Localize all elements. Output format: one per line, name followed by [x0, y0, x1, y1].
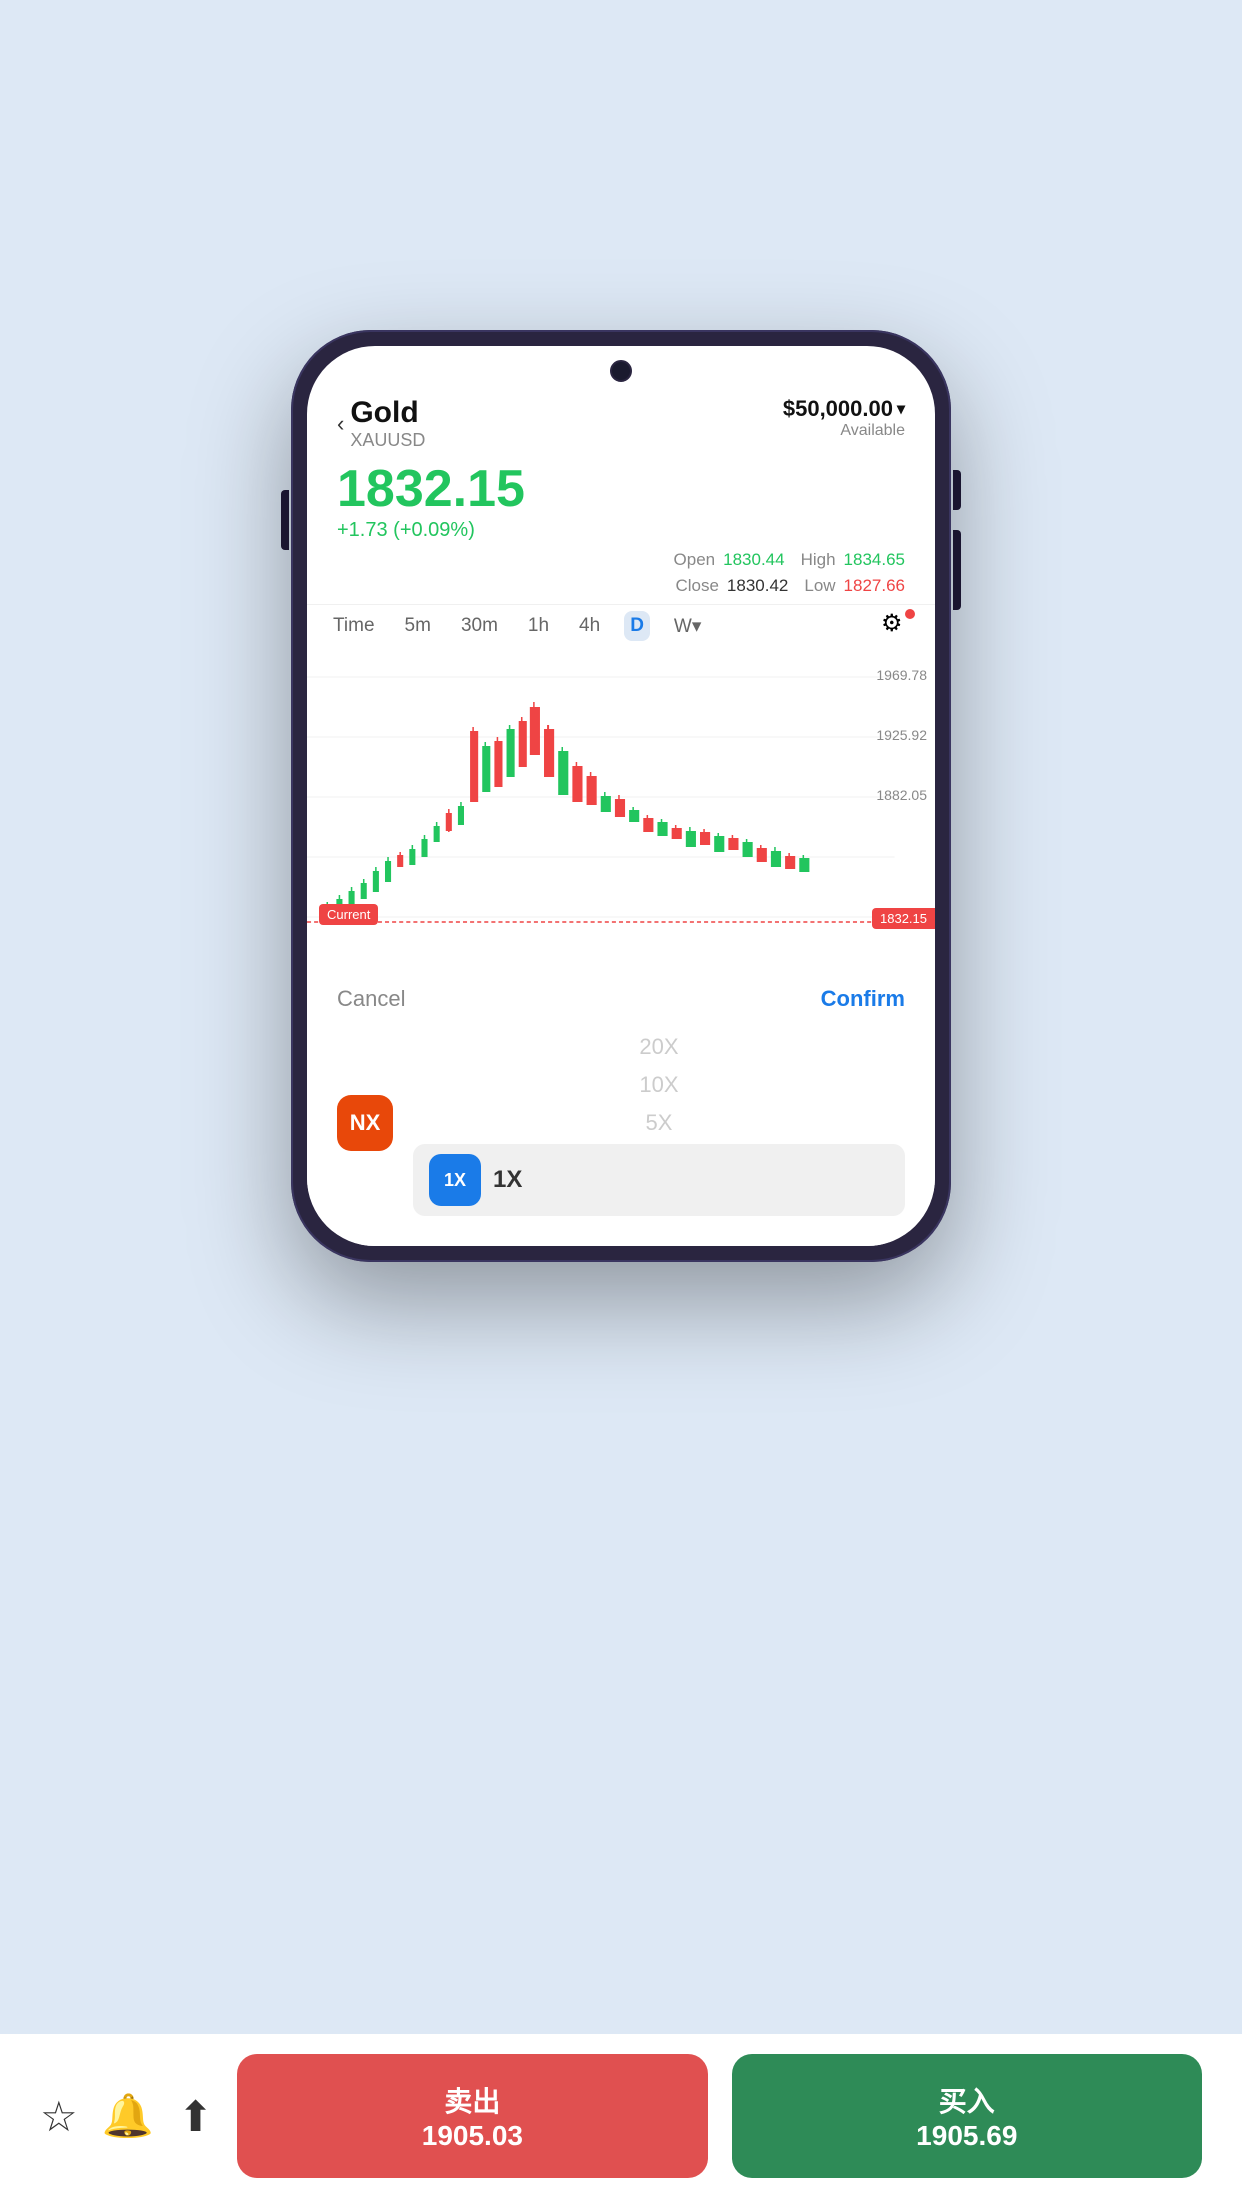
asset-name: Gold [350, 396, 425, 430]
candlestick-chart-svg [307, 647, 935, 957]
price-level-2: 1925.92 [876, 727, 927, 743]
time-btn-1h[interactable]: 1h [522, 611, 555, 641]
open-value: 1830.44 [723, 550, 784, 570]
time-btn-5m[interactable]: 5m [399, 611, 437, 641]
price-chart: 1969.78 1925.92 1882.05 Current 1832.15 [307, 647, 935, 957]
ohlc-section: Open 1830.44 High 1834.65 [307, 550, 935, 576]
high-label: High [801, 550, 836, 570]
sell-label: 卖出 [247, 2080, 697, 2120]
balance-label: Available [783, 422, 905, 440]
timeframe-bar: Time 5m 30m 1h 4h D W▾ ⚙ [307, 604, 935, 647]
close-value: 1830.42 [727, 576, 788, 596]
time-btn-4h[interactable]: 4h [573, 611, 606, 641]
open-label: Open [674, 550, 716, 570]
price-level-1: 1969.78 [876, 667, 927, 683]
ohlc-section-2: Close 1830.42 Low 1827.66 [307, 576, 935, 604]
time-btn-30m[interactable]: 30m [455, 611, 504, 641]
sell-price: 1905.03 [247, 2120, 697, 2152]
sell-button[interactable]: 卖出 1905.03 [237, 2054, 707, 2178]
utility-buttons: ☆ 🔔 ⬆ [40, 2092, 213, 2141]
leverage-option-10x[interactable]: 10X [639, 1068, 678, 1102]
close-row: Close 1830.42 [675, 576, 788, 596]
trade-action-bar: ☆ 🔔 ⬆ 卖出 1905.03 买入 1905.69 [0, 2034, 1242, 2208]
current-price-right-label: 1832.15 [872, 908, 935, 929]
app-screen: ‹ Gold XAUUSD $50,000.00 ▾ Available [307, 346, 935, 1246]
phone-screen: ‹ Gold XAUUSD $50,000.00 ▾ Available [307, 346, 935, 1246]
back-arrow-icon: ‹ [337, 411, 344, 437]
asset-symbol: XAUUSD [350, 430, 425, 451]
onex-badge: 1X [429, 1154, 481, 1206]
time-btn-W[interactable]: W▾ [668, 611, 707, 642]
share-icon: ⬆ [178, 2093, 213, 2140]
leverage-picker-sheet: Cancel Confirm NX 20X 10X 5X [307, 970, 935, 1246]
volume-button [281, 490, 289, 550]
phone-mockup: ‹ Gold XAUUSD $50,000.00 ▾ Available [291, 330, 951, 1262]
current-price: 1832.15 [337, 459, 905, 519]
top-bar: ‹ Gold XAUUSD $50,000.00 ▾ Available [307, 386, 935, 451]
balance-amount: $50,000.00 ▾ [783, 396, 905, 422]
buy-label: 买入 [742, 2080, 1192, 2120]
time-btn-time[interactable]: Time [327, 611, 381, 641]
leverage-option-20x[interactable]: 20X [639, 1030, 678, 1064]
settings-notification-dot [905, 609, 915, 619]
buy-button[interactable]: 买入 1905.69 [732, 2054, 1202, 2178]
open-row: Open 1830.44 [674, 550, 785, 570]
power-button-long [953, 530, 961, 610]
leverage-options-list: 20X 10X 5X 1X 1X [413, 1030, 905, 1216]
high-row: High 1834.65 [801, 550, 905, 570]
time-btn-D[interactable]: D [624, 611, 650, 641]
back-button[interactable]: ‹ Gold XAUUSD [337, 396, 425, 451]
share-button[interactable]: ⬆ [178, 2092, 213, 2141]
confirm-button[interactable]: Confirm [821, 986, 905, 1012]
price-level-3: 1882.05 [876, 787, 927, 803]
leverage-picker-row: NX 20X 10X 5X 1X 1X [337, 1026, 905, 1226]
price-change: +1.73 (+0.09%) [337, 519, 905, 542]
watchlist-button[interactable]: ☆ [40, 2092, 78, 2141]
balance-section: $50,000.00 ▾ Available [783, 396, 905, 440]
leverage-selected-row[interactable]: 1X 1X [413, 1144, 905, 1216]
low-value: 1827.66 [844, 576, 905, 596]
sheet-header: Cancel Confirm [337, 986, 905, 1012]
price-section: 1832.15 +1.73 (+0.09%) [307, 451, 935, 550]
bell-icon: 🔔 [102, 2092, 154, 2139]
phone-outer-shell: ‹ Gold XAUUSD $50,000.00 ▾ Available [291, 330, 951, 1262]
nx-logo: NX [337, 1095, 393, 1151]
chart-settings-button[interactable]: ⚙ [881, 609, 915, 643]
alert-button[interactable]: 🔔 [102, 2092, 154, 2141]
current-price-label: Current [319, 904, 378, 925]
leverage-selected-value: 1X [493, 1166, 522, 1194]
high-value: 1834.65 [844, 550, 905, 570]
camera-notch [610, 360, 632, 382]
power-button [953, 470, 961, 510]
close-label: Close [675, 576, 718, 596]
low-label: Low [804, 576, 835, 596]
low-row: Low 1827.66 [804, 576, 905, 596]
cancel-button[interactable]: Cancel [337, 986, 405, 1012]
leverage-option-5x[interactable]: 5X [646, 1106, 673, 1140]
star-icon: ☆ [40, 2093, 78, 2140]
buy-price: 1905.69 [742, 2120, 1192, 2152]
